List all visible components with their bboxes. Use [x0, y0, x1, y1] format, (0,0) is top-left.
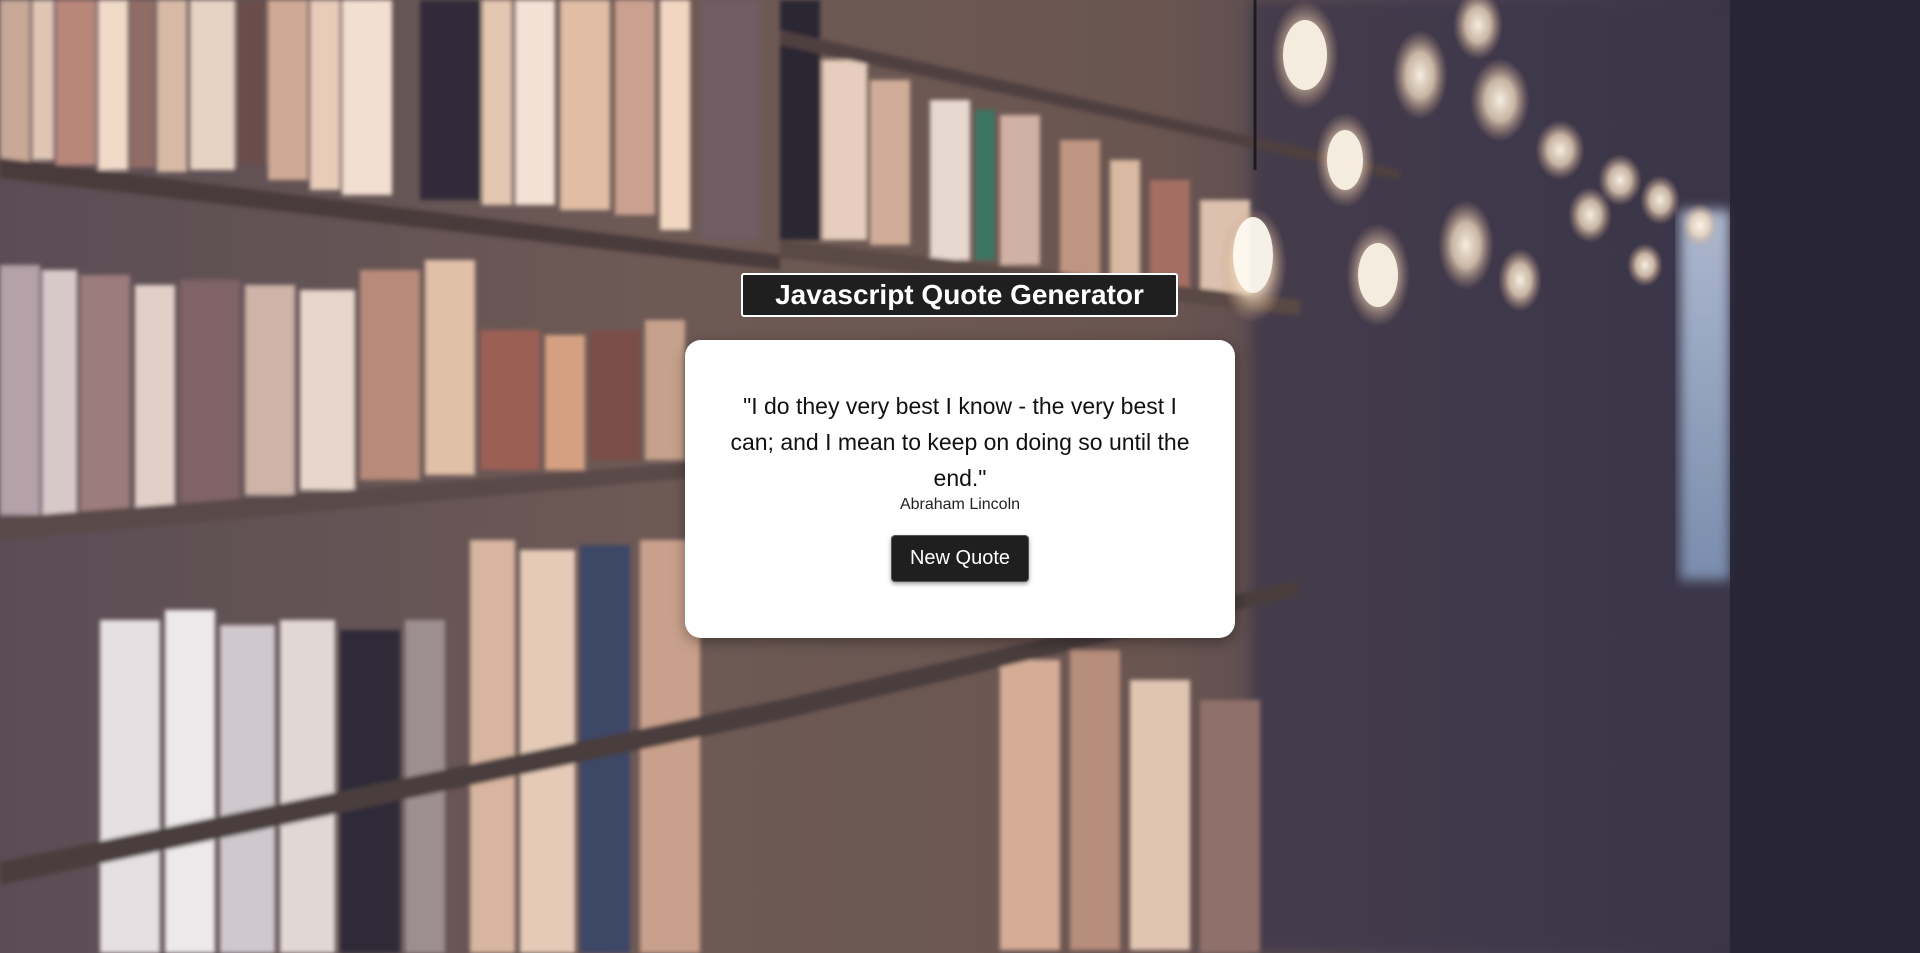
quote-card: "I do they very best I know - the very b… [685, 340, 1235, 638]
page-title: Javascript Quote Generator [741, 273, 1178, 317]
quote-author: Abraham Lincoln [899, 496, 1021, 513]
new-quote-button[interactable]: New Quote [891, 535, 1029, 582]
quote-text: "I do they very best I know - the very b… [730, 393, 1190, 491]
